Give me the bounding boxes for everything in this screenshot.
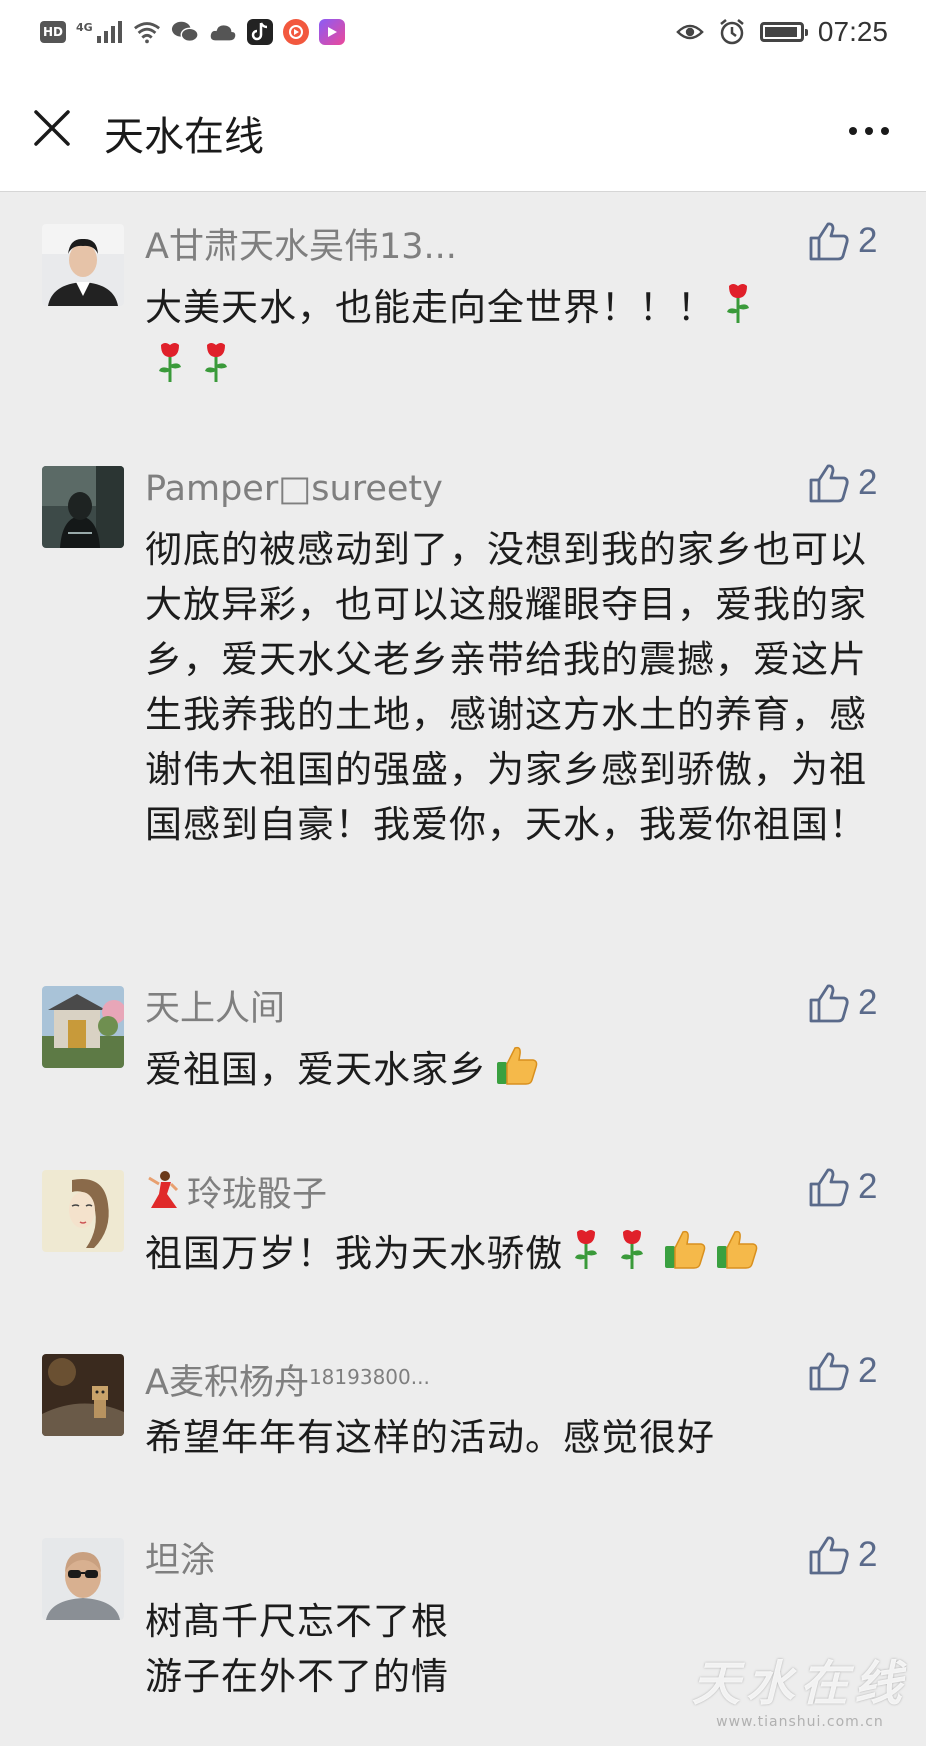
cloud-icon: [209, 18, 237, 46]
comment-author[interactable]: 天上人间: [145, 986, 285, 1032]
comment-text-body: 祖国万岁！我为天水骄傲: [145, 1232, 563, 1275]
status-left: HD 4G: [40, 18, 345, 46]
rose-emoji-icon: [155, 339, 185, 398]
like-button[interactable]: 2: [808, 982, 877, 1024]
comment-text: 爱祖国，爱天水家乡: [145, 1042, 885, 1101]
like-count: 2: [858, 983, 878, 1022]
more-dot-icon: [865, 127, 873, 135]
network-type: 4G: [76, 20, 93, 34]
comment-author-name: A麦积杨舟: [145, 1363, 309, 1403]
comment-author[interactable]: A甘肃天水吴伟13...: [145, 224, 457, 270]
more-dot-icon: [849, 127, 857, 135]
rose-emoji-icon: [617, 1226, 647, 1285]
like-button[interactable]: 2: [808, 462, 877, 504]
tiktok-icon: [246, 19, 273, 45]
more-options-button[interactable]: [834, 106, 904, 156]
more-dot-icon: [881, 127, 889, 135]
rose-emoji-icon: [723, 280, 753, 339]
like-count: 2: [858, 221, 878, 260]
status-bar: HD 4G 07:25: [0, 0, 926, 70]
thumbs-up-icon: [809, 222, 849, 261]
avatar[interactable]: [42, 224, 124, 306]
page-title: 天水在线: [104, 114, 264, 160]
comment-text-body: 大美天水，也能走向全世界！！！: [145, 286, 715, 329]
comment-text-body: 爱祖国，爱天水家乡: [145, 1048, 487, 1091]
thumbs-up-emoji-icon: [663, 1226, 707, 1285]
like-count: 2: [858, 1351, 878, 1390]
comment-text: 希望年年有这样的活动。感觉很好: [145, 1416, 715, 1459]
like-button[interactable]: 2: [808, 220, 877, 262]
thumbs-up-emoji-icon: [715, 1226, 759, 1285]
like-button[interactable]: 2: [808, 1534, 877, 1576]
thumbs-up-icon: [809, 1536, 849, 1575]
comment-text-line: 树髙千尺忘不了根: [145, 1600, 449, 1643]
clock: 07:25: [817, 16, 888, 47]
status-right: 07:25: [676, 16, 888, 48]
comment-author[interactable]: 玲珑骰子: [145, 1170, 327, 1222]
eye-icon: [676, 18, 704, 46]
thumbs-up-icon: [809, 1352, 849, 1391]
signal-icon: [95, 18, 123, 46]
dancer-emoji-icon: [145, 1170, 179, 1222]
alarm-icon: [718, 18, 746, 46]
watermark-url: www.tianshui.com.cn: [716, 1714, 884, 1730]
comment-text: 祖国万岁！我为天水骄傲: [145, 1226, 885, 1285]
battery-icon: [759, 22, 808, 42]
watermark-title: 天水在线: [691, 1656, 908, 1712]
avatar[interactable]: [42, 1538, 124, 1620]
nav-bar: 天水在线: [0, 70, 926, 192]
close-icon: [34, 110, 70, 146]
rose-emoji-icon: [571, 1226, 601, 1285]
hd-badge: HD: [40, 21, 66, 43]
wifi-icon: [133, 18, 161, 46]
video-app-icon: [318, 19, 345, 45]
music-app-icon: [282, 19, 309, 45]
like-count: 2: [858, 1535, 878, 1574]
avatar[interactable]: [42, 1354, 124, 1436]
comment-text: 彻底的被感动到了，没想到我的家乡也可以大放异彩，也可以这般耀眼夺目，爱我的家乡，…: [145, 528, 867, 846]
site-watermark: 天水在线 www.tianshui.com.cn: [692, 1644, 908, 1730]
comment-author[interactable]: 坦涂: [145, 1538, 215, 1584]
like-count: 2: [858, 463, 878, 502]
avatar[interactable]: [42, 466, 124, 548]
like-count: 2: [858, 1167, 878, 1206]
comment-author[interactable]: A麦积杨舟18193800...: [145, 1354, 430, 1406]
thumbs-up-icon: [809, 1168, 849, 1207]
comment-author-name: 玲珑骰子: [187, 1175, 328, 1215]
comment-author-suffix: 18193800...: [308, 1365, 430, 1389]
thumbs-up-icon: [809, 984, 849, 1023]
like-button[interactable]: 2: [808, 1166, 877, 1208]
comment-author[interactable]: Pamper□sureety: [145, 466, 443, 512]
close-button[interactable]: [24, 100, 80, 156]
like-button[interactable]: 2: [808, 1350, 877, 1392]
comment-text: 大美天水，也能走向全世界！！！: [145, 280, 885, 398]
thumbs-up-icon: [809, 464, 849, 503]
avatar[interactable]: [42, 986, 124, 1068]
avatar[interactable]: [42, 1170, 124, 1252]
rose-emoji-icon: [201, 339, 231, 398]
wechat-icon: [171, 18, 199, 46]
battery-fill: [764, 27, 798, 37]
thumbs-up-emoji-icon: [495, 1042, 539, 1101]
